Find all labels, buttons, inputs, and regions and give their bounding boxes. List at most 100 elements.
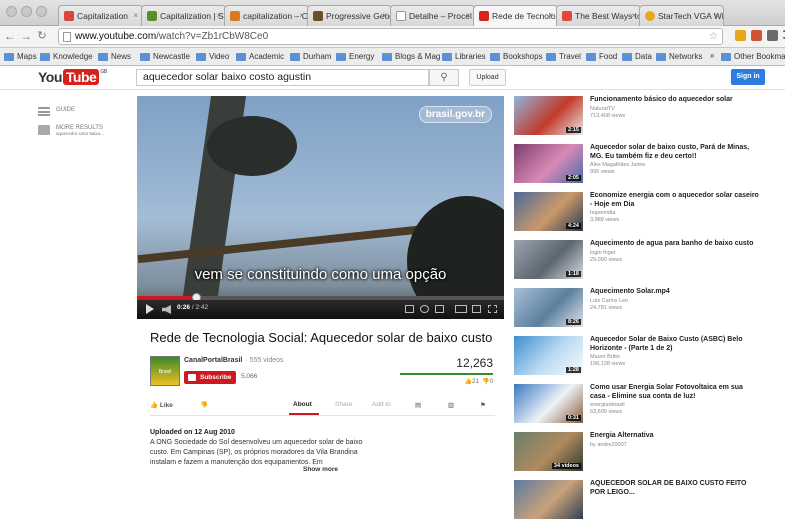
- related-video-item[interactable]: 34 videos Energia Alternativa by andre2000…: [514, 432, 764, 480]
- tab-close-icon[interactable]: ×: [382, 6, 387, 26]
- annotations-icon[interactable]: [435, 305, 444, 313]
- bookmark-star-icon[interactable]: ☆: [709, 29, 718, 44]
- extension-icon[interactable]: [735, 30, 746, 41]
- related-video-thumbnail[interactable]: 1:18: [514, 240, 583, 279]
- related-video-thumbnail[interactable]: 1:28: [514, 336, 583, 375]
- address-bar[interactable]: www.youtube.com/watch?v=Zb1rCbW8Ce0 ☆: [58, 28, 723, 45]
- guide-item[interactable]: GUIDE: [38, 107, 104, 116]
- bookmarks-overflow-icon[interactable]: »: [710, 51, 714, 60]
- browser-tab[interactable]: The Best Ways to S×: [556, 5, 641, 26]
- related-video-title[interactable]: Aquecimento de agua para banho de baixo …: [590, 240, 760, 249]
- browser-tab-active[interactable]: Rede de Tecnolog ×: [473, 5, 558, 26]
- related-video-item[interactable]: 1:28 Aquecedor Solar de Baixo Custo (ASBC…: [514, 336, 764, 384]
- dislike-button[interactable]: 👎: [200, 401, 208, 409]
- tab-about[interactable]: About: [293, 401, 312, 408]
- related-video-title[interactable]: Funcionamento básico do aquecedor solar: [590, 96, 760, 105]
- bookmark-folder[interactable]: Maps: [4, 52, 37, 61]
- related-video-thumbnail[interactable]: 4:24: [514, 192, 583, 231]
- forward-arrow-icon[interactable]: →: [20, 29, 32, 43]
- fullscreen-icon[interactable]: [488, 305, 497, 313]
- browser-tab[interactable]: Capitalization ×: [58, 5, 143, 26]
- browser-tab[interactable]: Detalhe – Procel ×: [390, 5, 475, 26]
- related-video-title[interactable]: Aquecedor Solar de Baixo Custo (ASBC) Be…: [590, 336, 760, 353]
- youtube-logo[interactable]: You Tube GB: [38, 69, 107, 85]
- popout-icon[interactable]: [472, 305, 481, 313]
- bookmark-folder[interactable]: Travel: [546, 52, 581, 61]
- related-video-thumbnail[interactable]: [514, 480, 583, 519]
- bookmark-folder[interactable]: Data: [622, 52, 652, 61]
- search-input[interactable]: aquecedor solar baixo costo agustin: [136, 69, 429, 86]
- bookmark-folder[interactable]: Other Bookmarks: [721, 52, 785, 61]
- browser-tab[interactable]: Capitalization | Sn ×: [141, 5, 226, 26]
- tab-favicon-icon: [562, 11, 572, 21]
- upload-button[interactable]: Upload: [469, 69, 506, 86]
- related-video-thumbnail[interactable]: 34 videos: [514, 432, 583, 471]
- browser-tab[interactable]: capitalization – Co ×: [224, 5, 309, 26]
- bookmark-folder[interactable]: Video: [196, 52, 229, 61]
- settings-gear-icon[interactable]: [420, 305, 429, 313]
- related-video-thumbnail[interactable]: 8:26: [514, 288, 583, 327]
- tab-close-icon[interactable]: ×: [631, 6, 636, 26]
- more-results-item[interactable]: MORE RESULTS aquecedor solar baixo...: [38, 125, 104, 137]
- captions-icon[interactable]: [405, 305, 414, 313]
- back-arrow-icon[interactable]: ←: [4, 29, 16, 43]
- tab-close-icon[interactable]: ×: [133, 6, 138, 26]
- report-flag-icon[interactable]: ⚑: [480, 401, 486, 409]
- extension-icon[interactable]: [767, 30, 778, 41]
- play-icon[interactable]: [146, 304, 154, 314]
- bookmark-folder[interactable]: News: [98, 52, 131, 61]
- bookmark-folder[interactable]: Academic: [236, 52, 284, 61]
- channel-avatar[interactable]: Brasil: [150, 356, 180, 386]
- volume-icon[interactable]: [162, 305, 171, 314]
- related-video-item[interactable]: AQUECEDOR SOLAR DE BAIXO CUSTO FEITO POR…: [514, 480, 764, 528]
- bookmark-folder[interactable]: Knowledge: [40, 52, 93, 61]
- extension-icon[interactable]: [751, 30, 762, 41]
- tab-close-icon[interactable]: ×: [216, 6, 221, 26]
- tab-close-icon[interactable]: ×: [299, 6, 304, 26]
- search-button[interactable]: ⚲: [429, 69, 459, 86]
- related-video-title[interactable]: Aquecimento Solar.mp4: [590, 288, 760, 297]
- bookmark-folder[interactable]: Energy: [336, 52, 374, 61]
- transcript-icon[interactable]: ▤: [415, 401, 421, 409]
- subscribe-button[interactable]: Subscribe: [184, 371, 236, 384]
- related-video-item[interactable]: 1:18 Aquecimento de agua para banho de ba…: [514, 240, 764, 288]
- related-video-thumbnail[interactable]: 2:15: [514, 96, 583, 135]
- related-video-item[interactable]: 2:15 Funcionamento básico do aquecedor so…: [514, 96, 764, 144]
- tab-close-icon[interactable]: ×: [714, 6, 719, 26]
- browser-tab[interactable]: StarTech VGA Wi ×: [639, 5, 724, 26]
- channel-name-text[interactable]: CanalPortalBrasil: [184, 357, 242, 364]
- bookmark-folder[interactable]: Blogs & Mag: [382, 52, 440, 61]
- minimize-window-button[interactable]: [21, 6, 32, 17]
- channel-name[interactable]: CanalPortalBrasil · 555 videos: [184, 357, 284, 364]
- sign-in-button[interactable]: Sign in: [731, 69, 765, 85]
- statistics-icon[interactable]: ▥: [448, 401, 454, 409]
- related-video-item[interactable]: 4:24 Economize energia com o aquecedor so…: [514, 192, 764, 240]
- theater-mode-icon[interactable]: [455, 305, 467, 313]
- related-video-thumbnail[interactable]: 2:05: [514, 144, 583, 183]
- bookmark-folder[interactable]: Newcastle: [140, 52, 190, 61]
- close-window-button[interactable]: [6, 6, 17, 17]
- related-video-title[interactable]: Energia Alternativa: [590, 432, 760, 441]
- like-button[interactable]: 👍 Like: [150, 401, 173, 409]
- related-video-title[interactable]: Como usar Energia Solar Fotovoltaica em …: [590, 384, 760, 401]
- browser-tab[interactable]: Progressive Geogr ×: [307, 5, 392, 26]
- video-player[interactable]: brasil.gov.br vem se constituindo como u…: [137, 96, 504, 319]
- related-video-thumbnail[interactable]: 0:31: [514, 384, 583, 423]
- tab-close-icon[interactable]: ×: [465, 6, 470, 26]
- related-video-title[interactable]: Economize energia com o aquecedor solar …: [590, 192, 760, 209]
- related-video-item[interactable]: 0:31 Como usar Energia Solar Fotovoltaica…: [514, 384, 764, 432]
- bookmark-folder[interactable]: Food: [586, 52, 617, 61]
- bookmark-folder[interactable]: Libraries: [442, 52, 486, 61]
- related-video-title[interactable]: Aquecedor solar de baixo custo, Pará de …: [590, 144, 760, 161]
- bookmark-folder[interactable]: Networks: [656, 52, 702, 61]
- tab-share[interactable]: Share: [335, 401, 352, 408]
- bookmark-folder[interactable]: Bookshops: [490, 52, 543, 61]
- tab-add-to[interactable]: Add to: [372, 401, 391, 408]
- related-video-item[interactable]: 8:26 Aquecimento Solar.mp4 Luis Carlos Leo…: [514, 288, 764, 336]
- zoom-window-button[interactable]: [36, 6, 47, 17]
- related-video-item[interactable]: 2:05 Aquecedor solar de baixo custo, Pará…: [514, 144, 764, 192]
- reload-icon[interactable]: ↻: [36, 29, 48, 42]
- bookmark-folder[interactable]: Durham: [290, 52, 331, 61]
- show-more-button[interactable]: Show more: [303, 466, 338, 473]
- tab-close-icon[interactable]: ×: [548, 6, 553, 26]
